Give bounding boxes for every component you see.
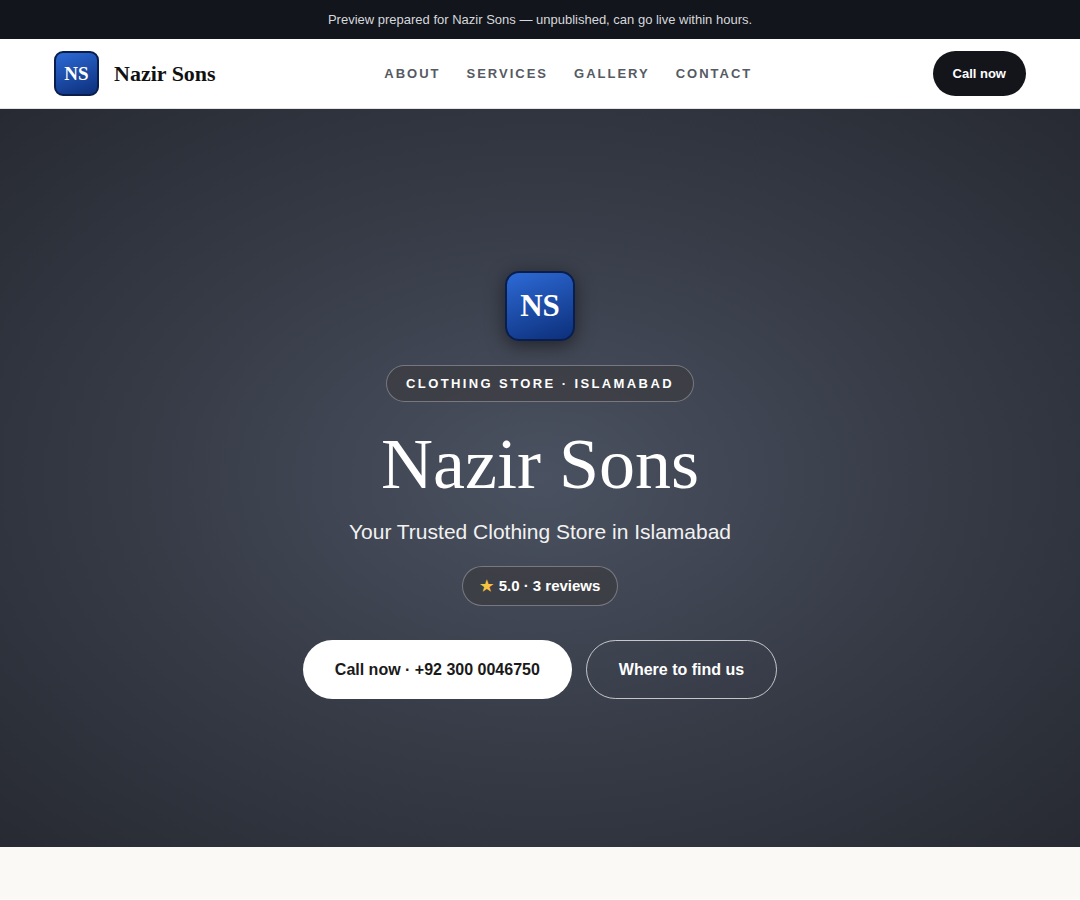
brand[interactable]: NS Nazir Sons (54, 51, 314, 96)
hero: NS CLOTHING STORE · ISLAMABAD Nazir Sons… (0, 109, 1080, 847)
hero-subtitle: Your Trusted Clothing Store in Islamabad (349, 520, 731, 544)
nav-link[interactable]: GALLERY (574, 66, 650, 81)
nav-link[interactable]: CONTACT (676, 66, 753, 81)
nav-link[interactable]: SERVICES (467, 66, 549, 81)
logo-icon: NS (54, 51, 99, 96)
hero-button[interactable]: Call now · +92 300 0046750 (303, 640, 572, 699)
next-section (0, 847, 1080, 899)
rating-text: 5.0 · 3 reviews (499, 577, 601, 595)
rating-badge: ★ 5.0 · 3 reviews (462, 566, 619, 606)
hero-logo-icon: NS (505, 271, 575, 341)
hero-button[interactable]: Where to find us (586, 640, 777, 699)
call-button[interactable]: Call now (933, 51, 1026, 96)
preview-banner: Preview prepared for Nazir Sons — unpubl… (0, 0, 1080, 39)
header: NS Nazir Sons ABOUT SERVICES GALLERY CONTAC… (0, 39, 1080, 109)
nav: ABOUT SERVICES GALLERY CONTACT (384, 66, 752, 81)
brand-name: Nazir Sons (114, 61, 216, 87)
hero-title: Nazir Sons (381, 422, 699, 506)
nav-link[interactable]: ABOUT (384, 66, 440, 81)
page: Preview prepared for Nazir Sons — unpubl… (0, 0, 1080, 899)
category-badge: CLOTHING STORE · ISLAMABAD (386, 365, 694, 402)
star-icon: ★ (480, 577, 493, 595)
hero-buttons: Call now · +92 300 0046750Where to find … (303, 640, 777, 699)
